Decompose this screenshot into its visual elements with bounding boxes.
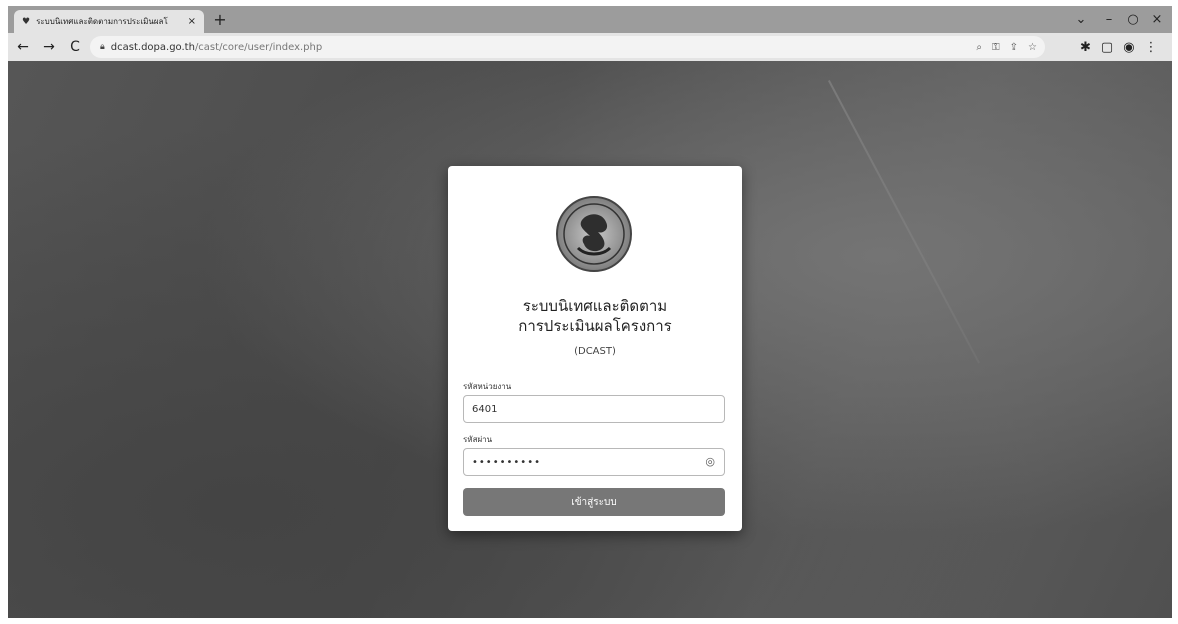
eye-icon[interactable]: ◎ (705, 455, 715, 468)
unit-code-label: รหัสหน่วยงาน (463, 382, 512, 391)
browser-menu-icon[interactable]: ⋮ (1145, 40, 1158, 55)
url-path: /cast/core/user/index.php (194, 41, 323, 53)
bookmark-star-icon[interactable]: ☆ (1028, 42, 1037, 53)
page-background: ระบบนิเทศและติดตาม การประเมินผลโครงการ (… (8, 61, 1172, 618)
reload-icon[interactable]: C (64, 36, 86, 58)
close-button[interactable]: × (1144, 10, 1170, 30)
emblem-logo-icon (556, 196, 632, 272)
key-icon[interactable]: ⚿ (992, 42, 1000, 53)
system-abbreviation: (DCAST) (574, 346, 616, 357)
back-arrow-icon[interactable]: ← (12, 36, 34, 58)
url-domain: dcast.dopa.go.th (110, 41, 195, 53)
tab-strip: ♥ ระบบนิเทศและติดตามการประเมินผลโ × + ⌄ … (8, 6, 1172, 33)
zoom-icon[interactable]: ⌕ (976, 42, 982, 53)
site-favicon-icon: ♥ (22, 16, 31, 27)
address-bar[interactable]: 🔒︎ dcast.dopa.go.th /cast/core/user/inde… (90, 36, 1045, 58)
login-button[interactable]: เข้าสู่ระบบ (463, 488, 725, 516)
browser-window: ♥ ระบบนิเทศและติดตามการประเมินผลโ × + ⌄ … (8, 6, 1172, 618)
background-streak (828, 80, 980, 364)
tab-close-icon[interactable]: × (188, 16, 196, 27)
profile-avatar-icon[interactable]: ◉ (1123, 40, 1134, 55)
system-title-line2: การประเมินผลโครงการ (518, 317, 672, 335)
password-field-wrapper: ◎ (463, 448, 725, 476)
minimize-button[interactable]: – (1096, 10, 1122, 30)
side-panel-icon[interactable]: ▢ (1101, 40, 1113, 55)
forward-arrow-icon[interactable]: → (38, 36, 60, 58)
password-input[interactable] (463, 448, 725, 476)
lock-icon: 🔒︎ (100, 42, 105, 52)
restore-button[interactable]: ○ (1120, 10, 1146, 30)
tab-title: ระบบนิเทศและติดตามการประเมินผลโ (36, 17, 168, 26)
system-title: ระบบนิเทศและติดตาม การประเมินผลโครงการ (448, 296, 742, 336)
password-label: รหัสผ่าน (463, 435, 493, 444)
share-icon[interactable]: ⇪ (1010, 42, 1018, 53)
browser-tab[interactable]: ♥ ระบบนิเทศและติดตามการประเมินผลโ × (14, 10, 204, 33)
tab-search-icon[interactable]: ⌄ (1068, 10, 1094, 30)
browser-toolbar: ← → C 🔒︎ dcast.dopa.go.th /cast/core/use… (8, 33, 1172, 61)
unit-code-input[interactable] (463, 395, 725, 423)
new-tab-button[interactable]: + (210, 10, 230, 30)
login-card: ระบบนิเทศและติดตาม การประเมินผลโครงการ (… (448, 166, 742, 531)
system-title-line1: ระบบนิเทศและติดตาม (522, 297, 668, 315)
extensions-puzzle-icon[interactable]: ✱ (1080, 40, 1091, 55)
